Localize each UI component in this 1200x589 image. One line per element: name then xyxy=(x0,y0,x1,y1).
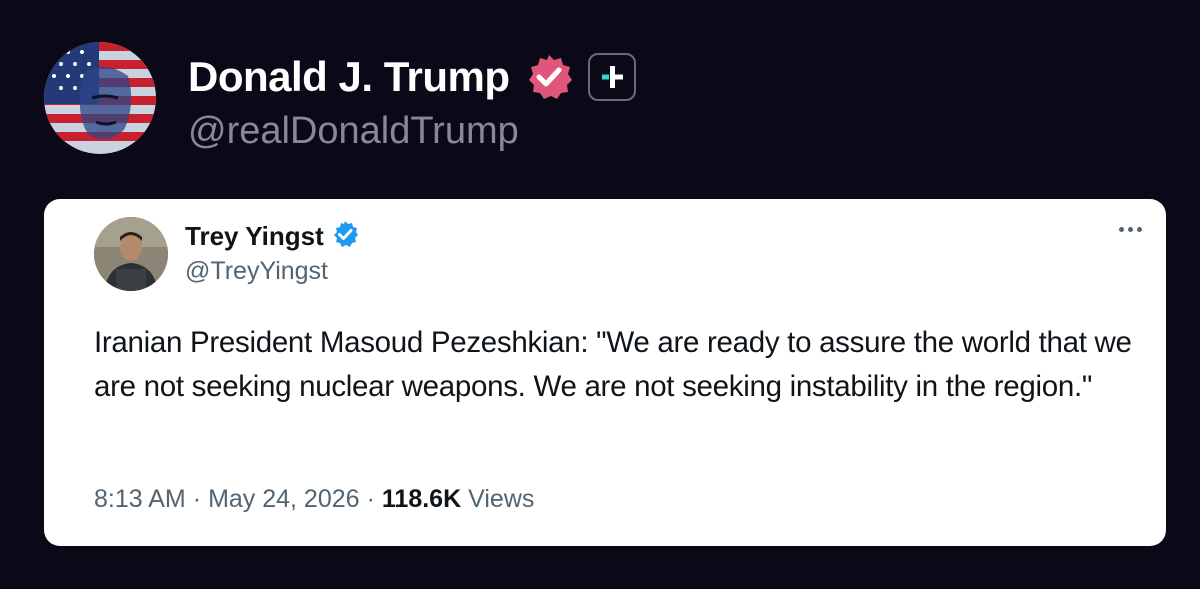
meta-separator: · xyxy=(366,485,375,513)
verified-badge-icon xyxy=(524,52,574,102)
post-screenshot: Donald J. Trump @realDonaldTrump Trey Yi… xyxy=(0,0,1200,589)
quoted-tweet-card[interactable]: Trey Yingst @TreyYingst Iranian Presiden… xyxy=(44,199,1166,546)
tweet-meta: 8:13 AM · May 24, 2026 · 118.6K Views xyxy=(94,485,534,514)
more-options-icon[interactable] xyxy=(1115,221,1146,238)
more-dot xyxy=(1119,227,1124,232)
views-count: 118.6K xyxy=(381,485,462,513)
author-avatar[interactable] xyxy=(44,42,156,154)
more-dot xyxy=(1137,227,1142,232)
quoted-author-name[interactable]: Trey Yingst xyxy=(185,221,324,252)
author-handle[interactable]: @realDonaldTrump xyxy=(188,110,519,153)
author-name[interactable]: Donald J. Trump xyxy=(188,53,510,101)
meta-separator: · xyxy=(192,485,202,513)
quoted-author-avatar[interactable] xyxy=(94,217,168,291)
quoted-author-handle[interactable]: @TreyYingst xyxy=(185,257,328,286)
author-name-row: Donald J. Trump xyxy=(188,50,636,104)
quoted-author-name-row: Trey Yingst xyxy=(185,219,360,254)
quoted-tweet-text: Iranian President Masoud Pezeshkian: "We… xyxy=(94,326,1132,403)
more-dot xyxy=(1128,227,1133,232)
verified-badge-icon xyxy=(330,219,360,254)
plus-icon[interactable] xyxy=(587,53,636,101)
tweet-time[interactable]: 8:13 AM xyxy=(94,485,186,514)
views-label: Views xyxy=(468,485,535,513)
tweet-date[interactable]: May 24, 2026 xyxy=(208,485,360,514)
